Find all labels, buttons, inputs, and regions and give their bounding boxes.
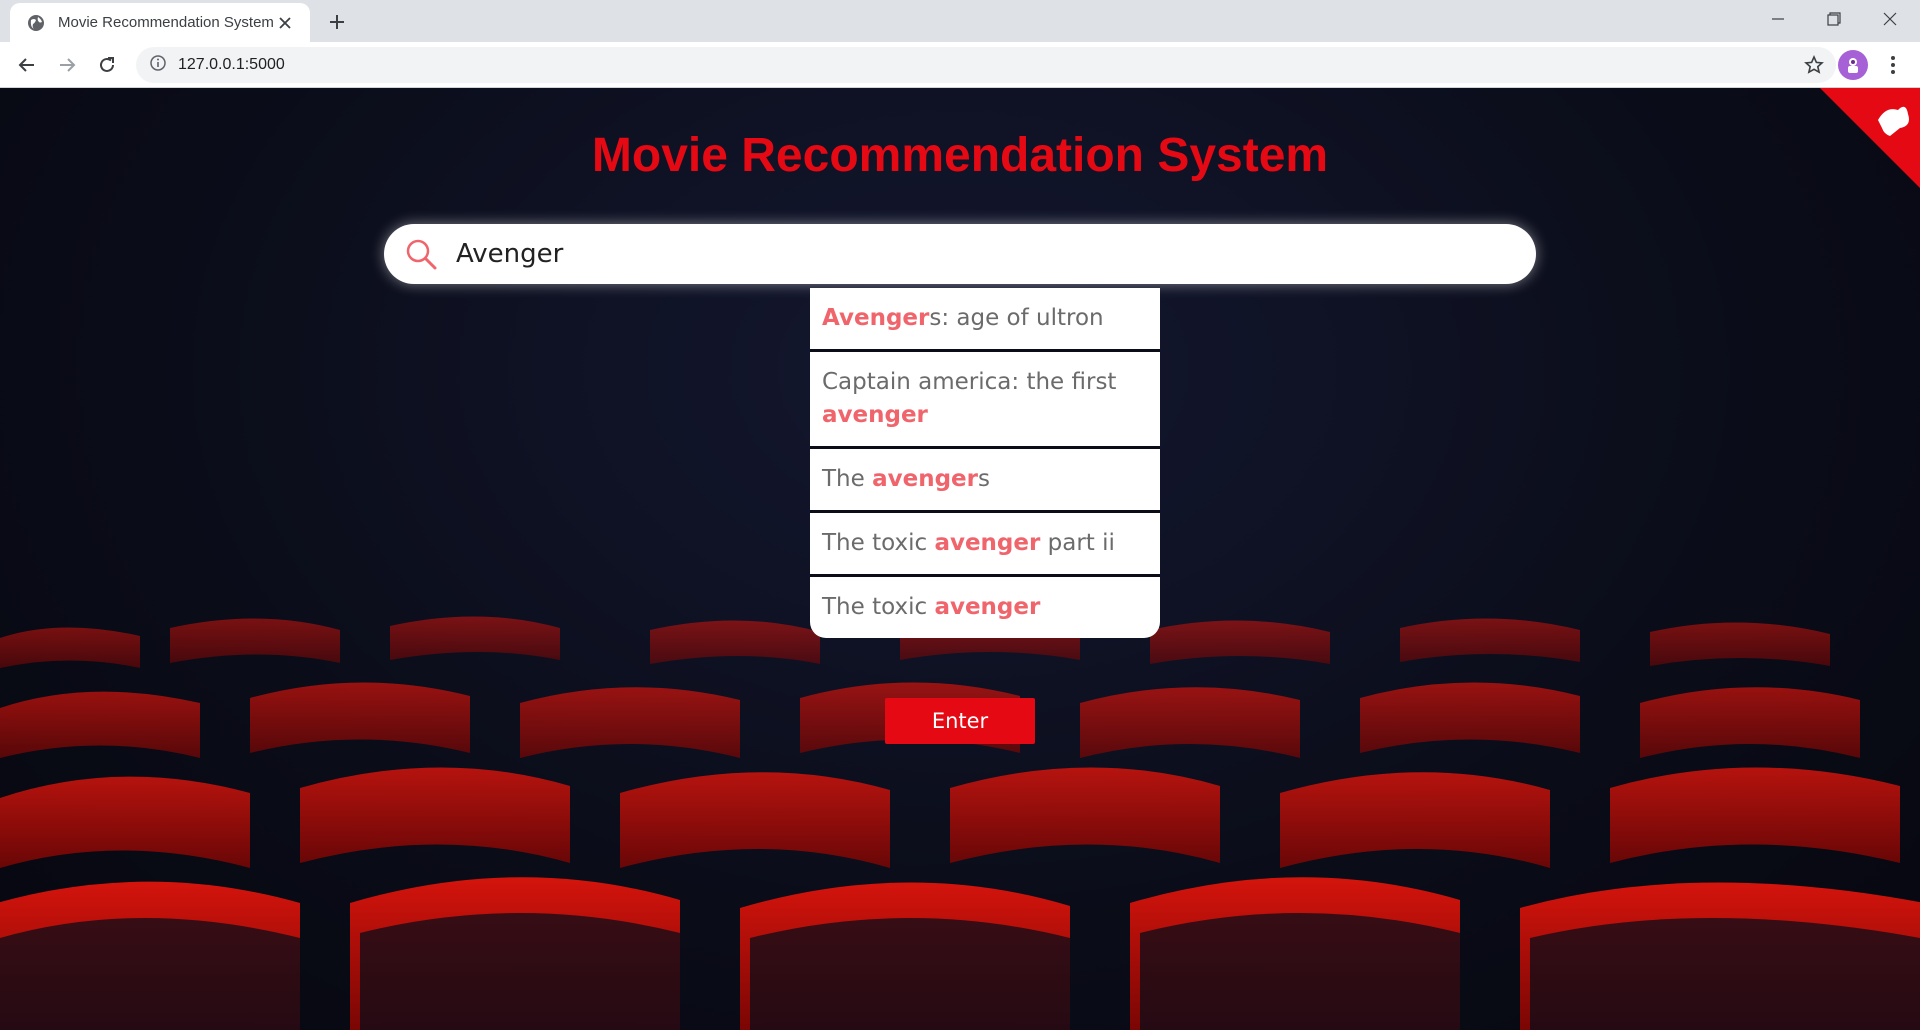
browser-tab[interactable]: Movie Recommendation System <box>10 3 310 42</box>
suggestion-item[interactable]: The toxic avenger part ii <box>810 513 1160 577</box>
suggestion-text-part: avenger <box>934 530 1041 556</box>
suggestion-text-part: The toxic <box>822 594 935 620</box>
suggestion-item[interactable]: The toxic avenger <box>810 577 1160 638</box>
suggestion-text-part: Avenger <box>822 305 930 331</box>
autocomplete-list: Avengers: age of ultron Captain america:… <box>810 288 1160 638</box>
plus-icon[interactable] <box>322 8 352 36</box>
search-icon <box>404 237 438 271</box>
browser-tab-strip: Movie Recommendation System <box>0 0 1920 42</box>
suggestion-text-part: Captain america: the first <box>822 369 1117 395</box>
globe-icon <box>26 13 46 33</box>
url-text: 127.0.0.1:5000 <box>178 56 285 73</box>
address-bar[interactable]: 127.0.0.1:5000 <box>136 47 1836 83</box>
suggestion-text-part: avenger <box>934 594 1041 620</box>
theater-seats-background <box>0 616 1920 1030</box>
avatar-icon[interactable] <box>1838 50 1868 80</box>
restore-icon[interactable] <box>1806 0 1862 38</box>
suggestion-item[interactable]: Captain america: the first avenger <box>810 352 1160 449</box>
suggestion-text-part: The toxic <box>822 530 935 556</box>
suggestion-text-part: s <box>978 466 990 492</box>
suggestion-text-part: avenger <box>822 402 928 428</box>
suggestion-text-part: s: age of ultron <box>929 305 1104 331</box>
search-box[interactable] <box>384 224 1536 284</box>
search-input[interactable] <box>456 239 1456 269</box>
window-close-icon[interactable] <box>1862 0 1918 38</box>
page-content: Movie Recommendation System Avengers: ag… <box>0 88 1920 1030</box>
info-icon[interactable] <box>150 54 166 76</box>
enter-button[interactable]: Enter <box>885 698 1035 744</box>
browser-toolbar: 127.0.0.1:5000 <box>0 42 1920 88</box>
suggestion-text-part: part ii <box>1040 530 1115 556</box>
suggestion-item[interactable]: Avengers: age of ultron <box>810 288 1160 352</box>
star-icon[interactable] <box>1802 53 1826 77</box>
forward-icon[interactable] <box>50 48 84 82</box>
close-icon[interactable] <box>274 12 296 34</box>
suggestion-text-part: avenger <box>872 466 978 492</box>
reload-icon[interactable] <box>90 48 124 82</box>
tab-title: Movie Recommendation System <box>58 14 274 31</box>
page-title: Movie Recommendation System <box>591 129 1329 182</box>
suggestion-text-part: The <box>822 466 873 492</box>
back-icon[interactable] <box>10 48 44 82</box>
menu-icon[interactable] <box>1878 50 1908 80</box>
minimize-icon[interactable] <box>1750 0 1806 38</box>
suggestion-item[interactable]: The avengers <box>810 449 1160 513</box>
